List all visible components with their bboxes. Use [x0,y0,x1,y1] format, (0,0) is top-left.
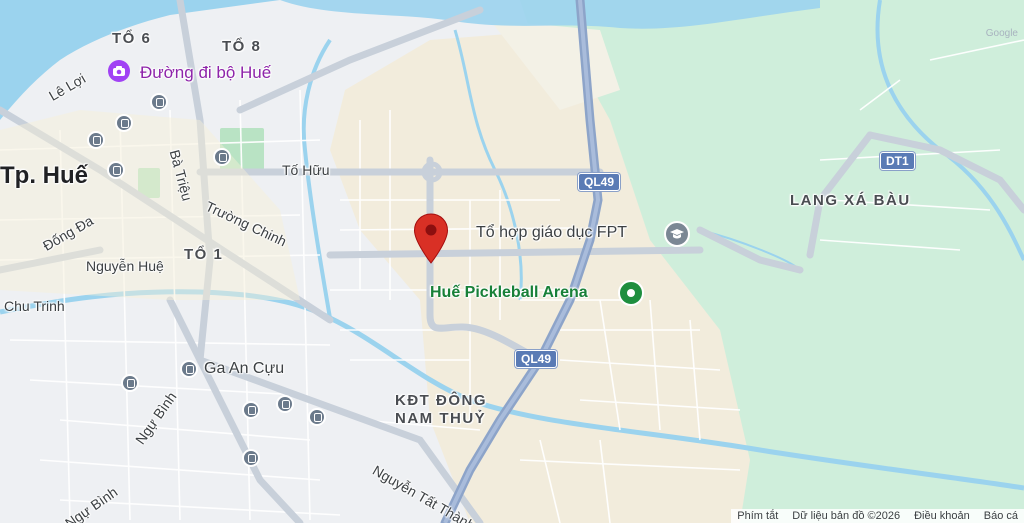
street-label-nguyen-hue: Nguyễn Huệ [86,258,164,274]
city-label: Tp. Huế [0,162,88,189]
area-label-to8: TỔ 8 [222,38,262,55]
street-label-chu-trinh: Chu Trinh [4,298,65,314]
bus-icon[interactable] [308,408,326,426]
footer-terms-link[interactable]: Điều khoản [914,510,970,522]
bus-icon[interactable] [242,449,260,467]
bus-icon[interactable] [150,93,168,111]
bus-icon[interactable] [242,401,260,419]
camera-icon[interactable] [108,60,130,82]
area-label-kdt-line1: KĐT ĐÔNG [395,392,487,409]
map-watermark: Google [985,28,1018,39]
area-label-lang-xa-bau: LANG XÁ BÀU [790,192,911,209]
area-label-kdt-line2: NAM THUỶ [395,410,487,427]
footer-shortcuts-link[interactable]: Phím tắt [737,510,778,522]
route-shield-ql49-bottom: QL49 [515,350,558,368]
school-icon[interactable] [664,221,690,247]
footer-report-link[interactable]: Báo cá [984,510,1018,522]
area-label-to1: TỔ 1 [184,246,224,263]
map-canvas[interactable]: TỔ 6 TỔ 8 TỔ 1 Tp. Huế KĐT ĐÔNG NAM THUỶ… [0,0,1024,523]
train-icon[interactable] [180,360,198,378]
bus-icon[interactable] [276,395,294,413]
map-footer: Phím tắt Dữ liệu bản đồ ©2026 Điều khoản… [731,509,1024,523]
bus-icon[interactable] [121,374,139,392]
route-shield-ql49-top: QL49 [578,173,621,191]
bus-icon[interactable] [107,161,125,179]
bus-icon[interactable] [87,131,105,149]
bus-icon[interactable] [213,148,231,166]
street-label-to-huu: Tố Hữu [282,162,330,178]
poi-label-walking-street[interactable]: Đường đi bộ Huế [140,63,271,83]
sports-icon[interactable] [618,280,644,306]
map-pin-icon[interactable] [413,213,449,265]
poi-label-station[interactable]: Ga An Cựu [204,360,284,378]
route-shield-dt1: DT1 [880,152,915,170]
poi-label-fpt[interactable]: Tổ hợp giáo dục FPT [476,224,627,242]
poi-label-pickleball[interactable]: Huế Pickleball Arena [430,284,588,302]
footer-map-data: Dữ liệu bản đồ ©2026 [792,510,901,522]
bus-icon[interactable] [115,114,133,132]
area-label-to6: TỔ 6 [112,30,152,47]
